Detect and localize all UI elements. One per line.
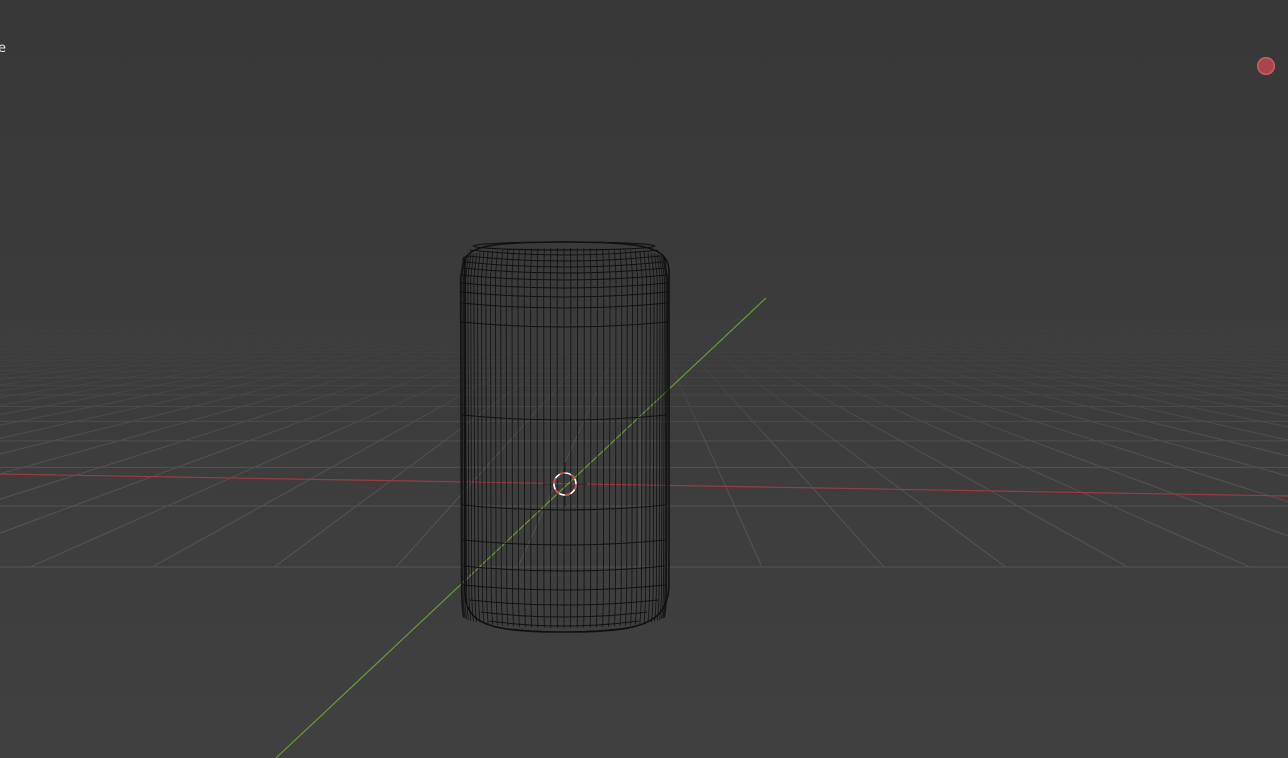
viewport-scene[interactable] bbox=[0, 0, 1288, 758]
3d-viewport[interactable]: e bbox=[0, 0, 1288, 758]
viewport-mode-label: e bbox=[0, 41, 6, 56]
record-dot-icon[interactable] bbox=[1257, 57, 1275, 75]
